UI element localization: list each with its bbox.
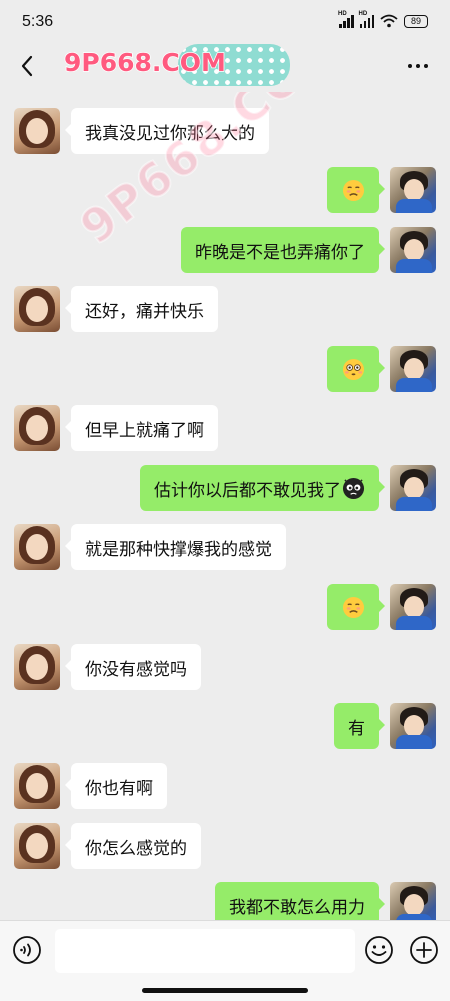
message-row: 你没有感觉吗 [0, 644, 450, 690]
avatar[interactable] [390, 346, 436, 392]
message-bubble[interactable]: 昨晚是不是也弄痛你了 [181, 227, 385, 273]
status-bar: 5:36 HD HD 89 [0, 0, 450, 44]
message-bubble[interactable]: 但早上就痛了啊 [65, 405, 218, 451]
message-bubble[interactable] [327, 584, 385, 630]
message-text: 估计你以后都不敢见我了 [154, 480, 341, 501]
more-options-icon[interactable] [406, 56, 430, 76]
avatar[interactable] [14, 286, 60, 332]
pouting-face-emoji-icon [342, 596, 365, 618]
message-row: 还好，痛并快乐 [0, 286, 450, 332]
message-row: 估计你以后都不敢见我了 [0, 465, 450, 511]
avatar[interactable] [390, 227, 436, 273]
avatar[interactable] [390, 882, 436, 920]
plus-icon[interactable] [409, 935, 439, 965]
home-indicator[interactable] [142, 988, 308, 993]
message-row: 你也有啊 [0, 763, 450, 809]
message-bubble[interactable]: 我真没见过你那么大的 [65, 108, 269, 154]
message-bubble[interactable]: 你也有啊 [65, 763, 167, 809]
message-bubble[interactable]: 还好，痛并快乐 [65, 286, 218, 332]
avatar[interactable] [14, 108, 60, 154]
message-row: 你怎么感觉的 [0, 823, 450, 869]
message-bubble[interactable]: 估计你以后都不敢见我了 [140, 465, 385, 511]
message-row [0, 584, 450, 630]
avatar[interactable] [14, 823, 60, 869]
pouting-face-emoji-icon [342, 179, 365, 201]
battery-icon: 89 [404, 14, 428, 28]
nav-bar: 9P668.COM [0, 44, 450, 92]
message-bubble[interactable]: 就是那种快撑爆我的感觉 [65, 524, 286, 570]
avatar[interactable] [390, 465, 436, 511]
back-arrow-icon[interactable] [16, 54, 40, 78]
signal-icon: HD [338, 11, 354, 28]
message-bubble[interactable]: 你怎么感觉的 [65, 823, 201, 869]
status-icons: HD HD 89 [338, 11, 428, 28]
message-row [0, 167, 450, 213]
wifi-icon [380, 14, 398, 28]
signal-icon: HD [359, 11, 374, 28]
message-row: 我都不敢怎么用力 [0, 882, 450, 920]
message-row: 就是那种快撑爆我的感觉 [0, 524, 450, 570]
dizzy-face-emoji-icon [342, 477, 365, 499]
message-row: 我真没见过你那么大的 [0, 108, 450, 154]
avatar[interactable] [390, 584, 436, 630]
voice-input-icon[interactable] [12, 935, 42, 965]
message-bubble[interactable] [327, 167, 385, 213]
message-input[interactable] [55, 929, 355, 973]
message-bubble[interactable]: 你没有感觉吗 [65, 644, 201, 690]
avatar[interactable] [14, 405, 60, 451]
message-row: 有 [0, 703, 450, 749]
avatar[interactable] [390, 167, 436, 213]
watermark-logo: 9P668.COM [63, 47, 226, 78]
chat-area[interactable]: 我真没见过你那么大的 昨晚是不是也弄痛你了 还好，痛并快乐 但早上就痛了啊 估计… [0, 92, 450, 920]
message-bubble[interactable]: 有 [334, 703, 385, 749]
avatar[interactable] [14, 763, 60, 809]
message-bubble[interactable]: 我都不敢怎么用力 [215, 882, 385, 920]
status-time: 5:36 [22, 13, 54, 30]
emoji-icon[interactable] [364, 935, 394, 965]
message-bubble[interactable] [327, 346, 385, 392]
avatar[interactable] [14, 644, 60, 690]
avatar[interactable] [390, 703, 436, 749]
avatar[interactable] [14, 524, 60, 570]
message-row [0, 346, 450, 392]
message-row: 但早上就痛了啊 [0, 405, 450, 451]
message-row: 昨晚是不是也弄痛你了 [0, 227, 450, 273]
flushed-face-emoji-icon [342, 358, 365, 380]
